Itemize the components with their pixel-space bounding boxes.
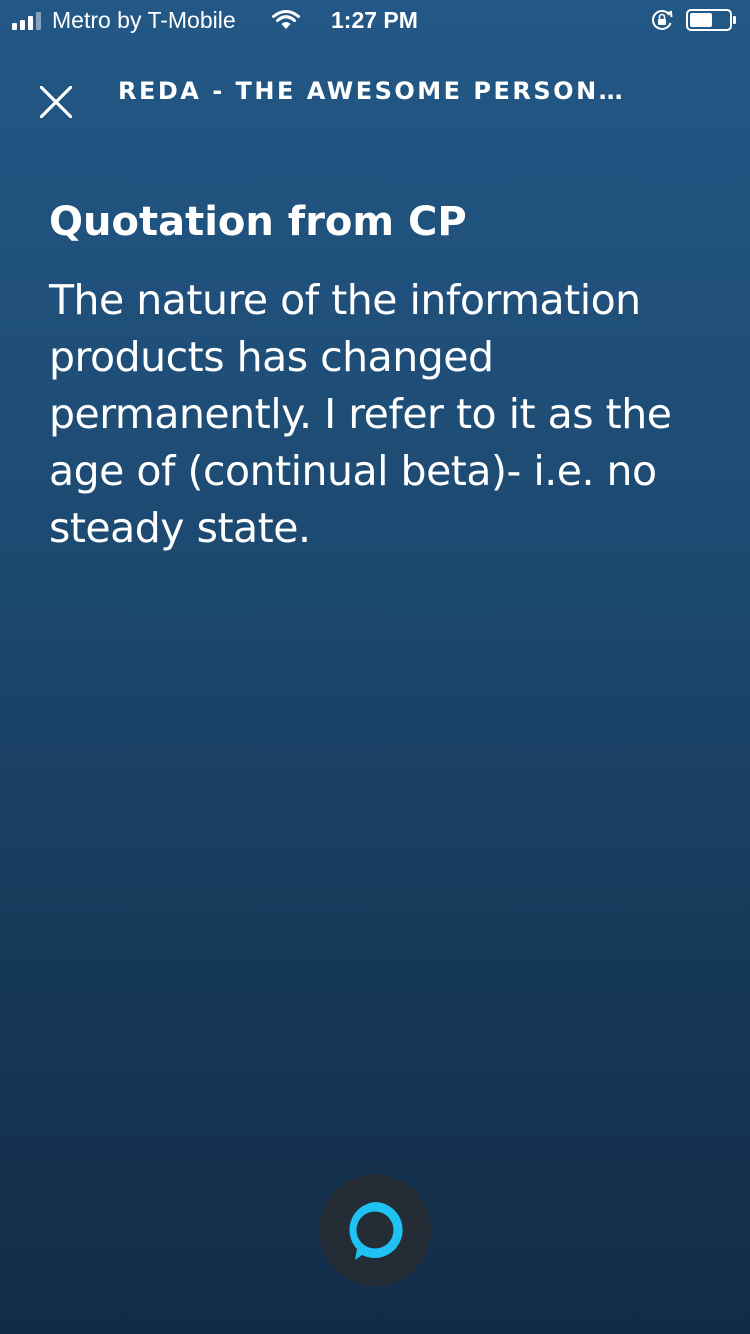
card-title: Quotation from CP bbox=[49, 199, 467, 245]
close-button[interactable] bbox=[28, 74, 84, 130]
signal-icon bbox=[12, 12, 41, 30]
header-title: REDA - THE AWESOME PERSONA... bbox=[118, 77, 638, 105]
alexa-icon bbox=[349, 1202, 403, 1260]
status-bar: Metro by T-Mobile 1:27 PM bbox=[0, 0, 750, 40]
card-body: The nature of the information products h… bbox=[49, 276, 672, 552]
battery-icon bbox=[686, 9, 736, 31]
status-time: 1:27 PM bbox=[331, 7, 418, 33]
alexa-button[interactable] bbox=[319, 1174, 431, 1286]
carrier-name: Metro by T-Mobile bbox=[52, 7, 236, 33]
rotation-lock-icon bbox=[652, 10, 673, 30]
close-icon bbox=[40, 86, 72, 118]
wifi-icon bbox=[272, 10, 300, 29]
